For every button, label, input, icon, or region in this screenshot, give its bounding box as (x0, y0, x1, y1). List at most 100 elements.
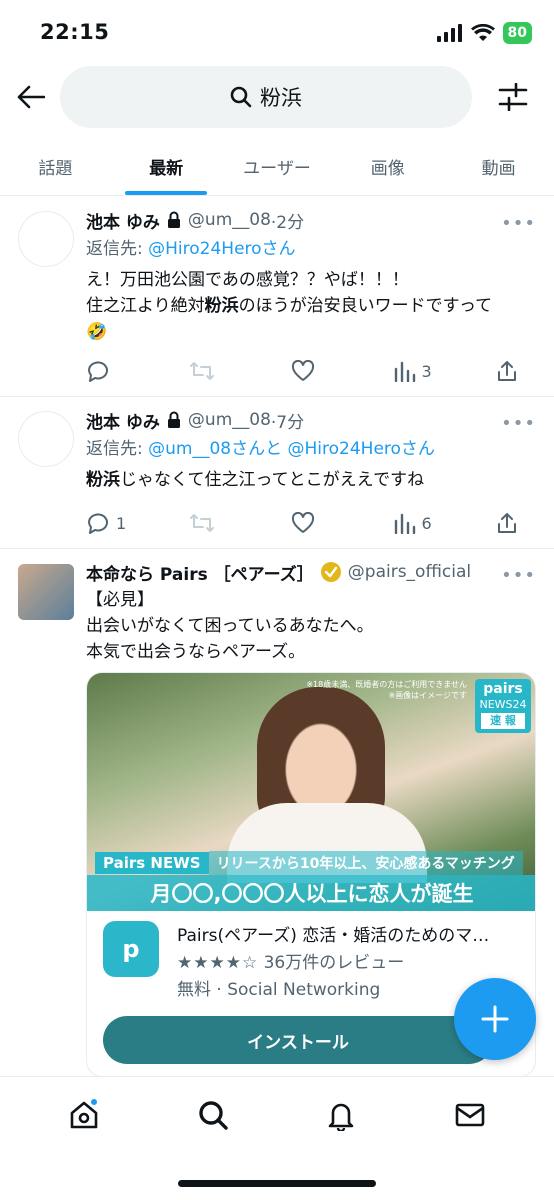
post-actions: 1 6 (86, 505, 536, 541)
disclaimer-line: ※画像はイメージです (388, 691, 467, 700)
signal-icon (436, 24, 462, 42)
share-button[interactable] (496, 512, 536, 534)
ad-banner-top: Pairs NEWS リリースから10年以上、安心感あるマッチング (95, 851, 523, 875)
post-line-2: 住之江より絶対粉浜のほうが治安良いワードですって (86, 293, 536, 319)
reply-button[interactable] (86, 360, 126, 382)
app-rating: ★★★★☆ 36万件のレビュー (177, 948, 517, 973)
views-icon (394, 513, 415, 534)
advertiser-handle: @pairs_official (347, 562, 472, 582)
logo-text: 速 報 (481, 713, 525, 729)
nav-messages[interactable] (435, 1095, 505, 1135)
reply-mid: さんと (231, 439, 283, 459)
arrow-left-icon (17, 85, 45, 109)
advertiser-avatar[interactable] (18, 564, 74, 620)
post-1[interactable]: 池本 ゆみ @um__08 ·2分 ••• 返信先: @Hiro24Heroさん… (0, 197, 554, 397)
lock-icon (167, 211, 180, 228)
tab-top[interactable]: 話題 (0, 138, 111, 195)
nav-notifications[interactable] (306, 1095, 376, 1135)
filter-button[interactable] (496, 80, 530, 114)
view-count: 6 (421, 513, 432, 533)
view-count: 3 (421, 361, 432, 381)
views-icon (394, 361, 415, 382)
ad-image[interactable]: ※18歳未満、既婚者の方はご利用できません ※画像はイメージです pairs N… (87, 673, 535, 911)
ad-disclaimer: ※18歳未満、既婚者の方はご利用できません ※画像はイメージです (306, 679, 467, 701)
search-icon (199, 1101, 228, 1130)
views-button[interactable]: 6 (394, 512, 434, 534)
emoji: 🤣 (86, 322, 108, 342)
post-time: ·2分 (270, 212, 305, 233)
more-options-icon[interactable]: ••• (501, 565, 536, 586)
avatar[interactable] (18, 411, 74, 467)
heart-icon (292, 512, 315, 533)
bell-icon (328, 1103, 354, 1131)
lock-icon (167, 411, 180, 428)
author-name[interactable]: 池本 ゆみ (86, 208, 160, 233)
nav-search[interactable] (178, 1095, 248, 1135)
author-handle: @um__08 (187, 410, 271, 430)
status-time: 22:15 (40, 20, 110, 44)
sliders-icon (498, 83, 528, 111)
text-segment: のほうが治安良いワードですって (238, 296, 493, 316)
compose-button[interactable] (454, 978, 536, 1060)
post-2[interactable]: 池本 ゆみ @um__08 ·7分 ••• 返信先: @um__08さんと @H… (0, 397, 554, 549)
share-button[interactable] (496, 360, 536, 382)
back-button[interactable] (14, 80, 48, 114)
post-header: 池本 ゆみ @um__08 ·7分 (86, 407, 536, 433)
reply-icon (88, 513, 108, 534)
text-segment: じゃなくて住之江ってとこがええですね (120, 470, 425, 490)
search-input[interactable]: 粉浜 (60, 66, 472, 128)
post-line-1: え！万田池公園であの感覚？？やば！！！ (86, 270, 409, 290)
nav-home[interactable] (49, 1095, 119, 1135)
tab-latest[interactable]: 最新 (111, 138, 222, 195)
reply-link[interactable]: @Hiro24Heroさん (148, 239, 295, 259)
ad-text: 【必見】 出会いがなくて困っているあなたへ。 本気で出会うならペアーズ。 (86, 587, 536, 665)
share-icon (498, 513, 516, 533)
highlight-keyword: 粉浜 (204, 296, 239, 316)
author-handle: @um__08 (187, 210, 271, 230)
tab-photos[interactable]: 画像 (332, 138, 443, 195)
app-title: Pairs(ペアーズ) 恋活・婚活のためのマ… (177, 926, 490, 946)
post-time: ·7分 (270, 412, 305, 433)
reply-icon (88, 361, 108, 382)
text-segment: 住之江より絶対 (86, 296, 205, 316)
ad-badge: Pairs NEWS (95, 852, 209, 874)
search-icon (230, 86, 252, 108)
reply-link[interactable]: @um__08 (148, 439, 231, 459)
author-name[interactable]: 池本 ゆみ (86, 408, 160, 433)
post-header: 本命なら Pairs ［ペアーズ］ @pairs_official (86, 559, 536, 585)
pairs-app-icon: p (103, 921, 159, 977)
battery-indicator: 80 (502, 22, 532, 44)
post-header: 池本 ゆみ @um__08 ·2分 (86, 207, 536, 233)
repost-icon (189, 514, 214, 532)
repost-button[interactable] (189, 360, 229, 382)
more-options-icon[interactable]: ••• (501, 213, 536, 234)
ad-line-1: 【必見】 (86, 590, 154, 610)
reply-prefix: 返信先: (86, 239, 149, 259)
advertiser-name[interactable]: 本命なら Pairs ［ペアーズ］ (86, 560, 314, 585)
tab-videos[interactable]: 動画 (443, 138, 554, 195)
app-icon-letter: p (122, 935, 140, 963)
mail-icon (455, 1103, 485, 1127)
search-tabs: 話題 最新 ユーザー 画像 動画 (0, 138, 554, 196)
review-count: 36万件のレビュー (263, 953, 405, 973)
wifi-icon (470, 24, 495, 41)
reply-to: 返信先: @um__08さんと @Hiro24Heroさん (86, 437, 536, 461)
like-button[interactable] (291, 512, 331, 534)
reply-count: 1 (116, 513, 127, 533)
tab-people[interactable]: ユーザー (222, 138, 333, 195)
repost-button[interactable] (189, 512, 229, 534)
like-button[interactable] (291, 360, 331, 382)
verified-badge-icon (320, 562, 341, 582)
avatar[interactable] (18, 211, 74, 267)
reply-link[interactable]: @Hiro24Heroさん (288, 439, 435, 459)
logo-text: pairs (483, 681, 523, 697)
views-button[interactable]: 3 (394, 360, 434, 382)
pairs-news-logo: pairs NEWS24 速 報 (475, 679, 531, 733)
reply-button[interactable]: 1 (86, 512, 126, 534)
search-query: 粉浜 (260, 86, 302, 110)
install-button[interactable]: インストール (103, 1016, 493, 1064)
status-bar: 22:15 80 (0, 0, 554, 64)
ad-line-3: 本気で出会うならペアーズ。 (86, 642, 306, 662)
more-options-icon[interactable]: ••• (501, 413, 536, 434)
disclaimer-line: ※18歳未満、既婚者の方はご利用できません (306, 680, 467, 689)
